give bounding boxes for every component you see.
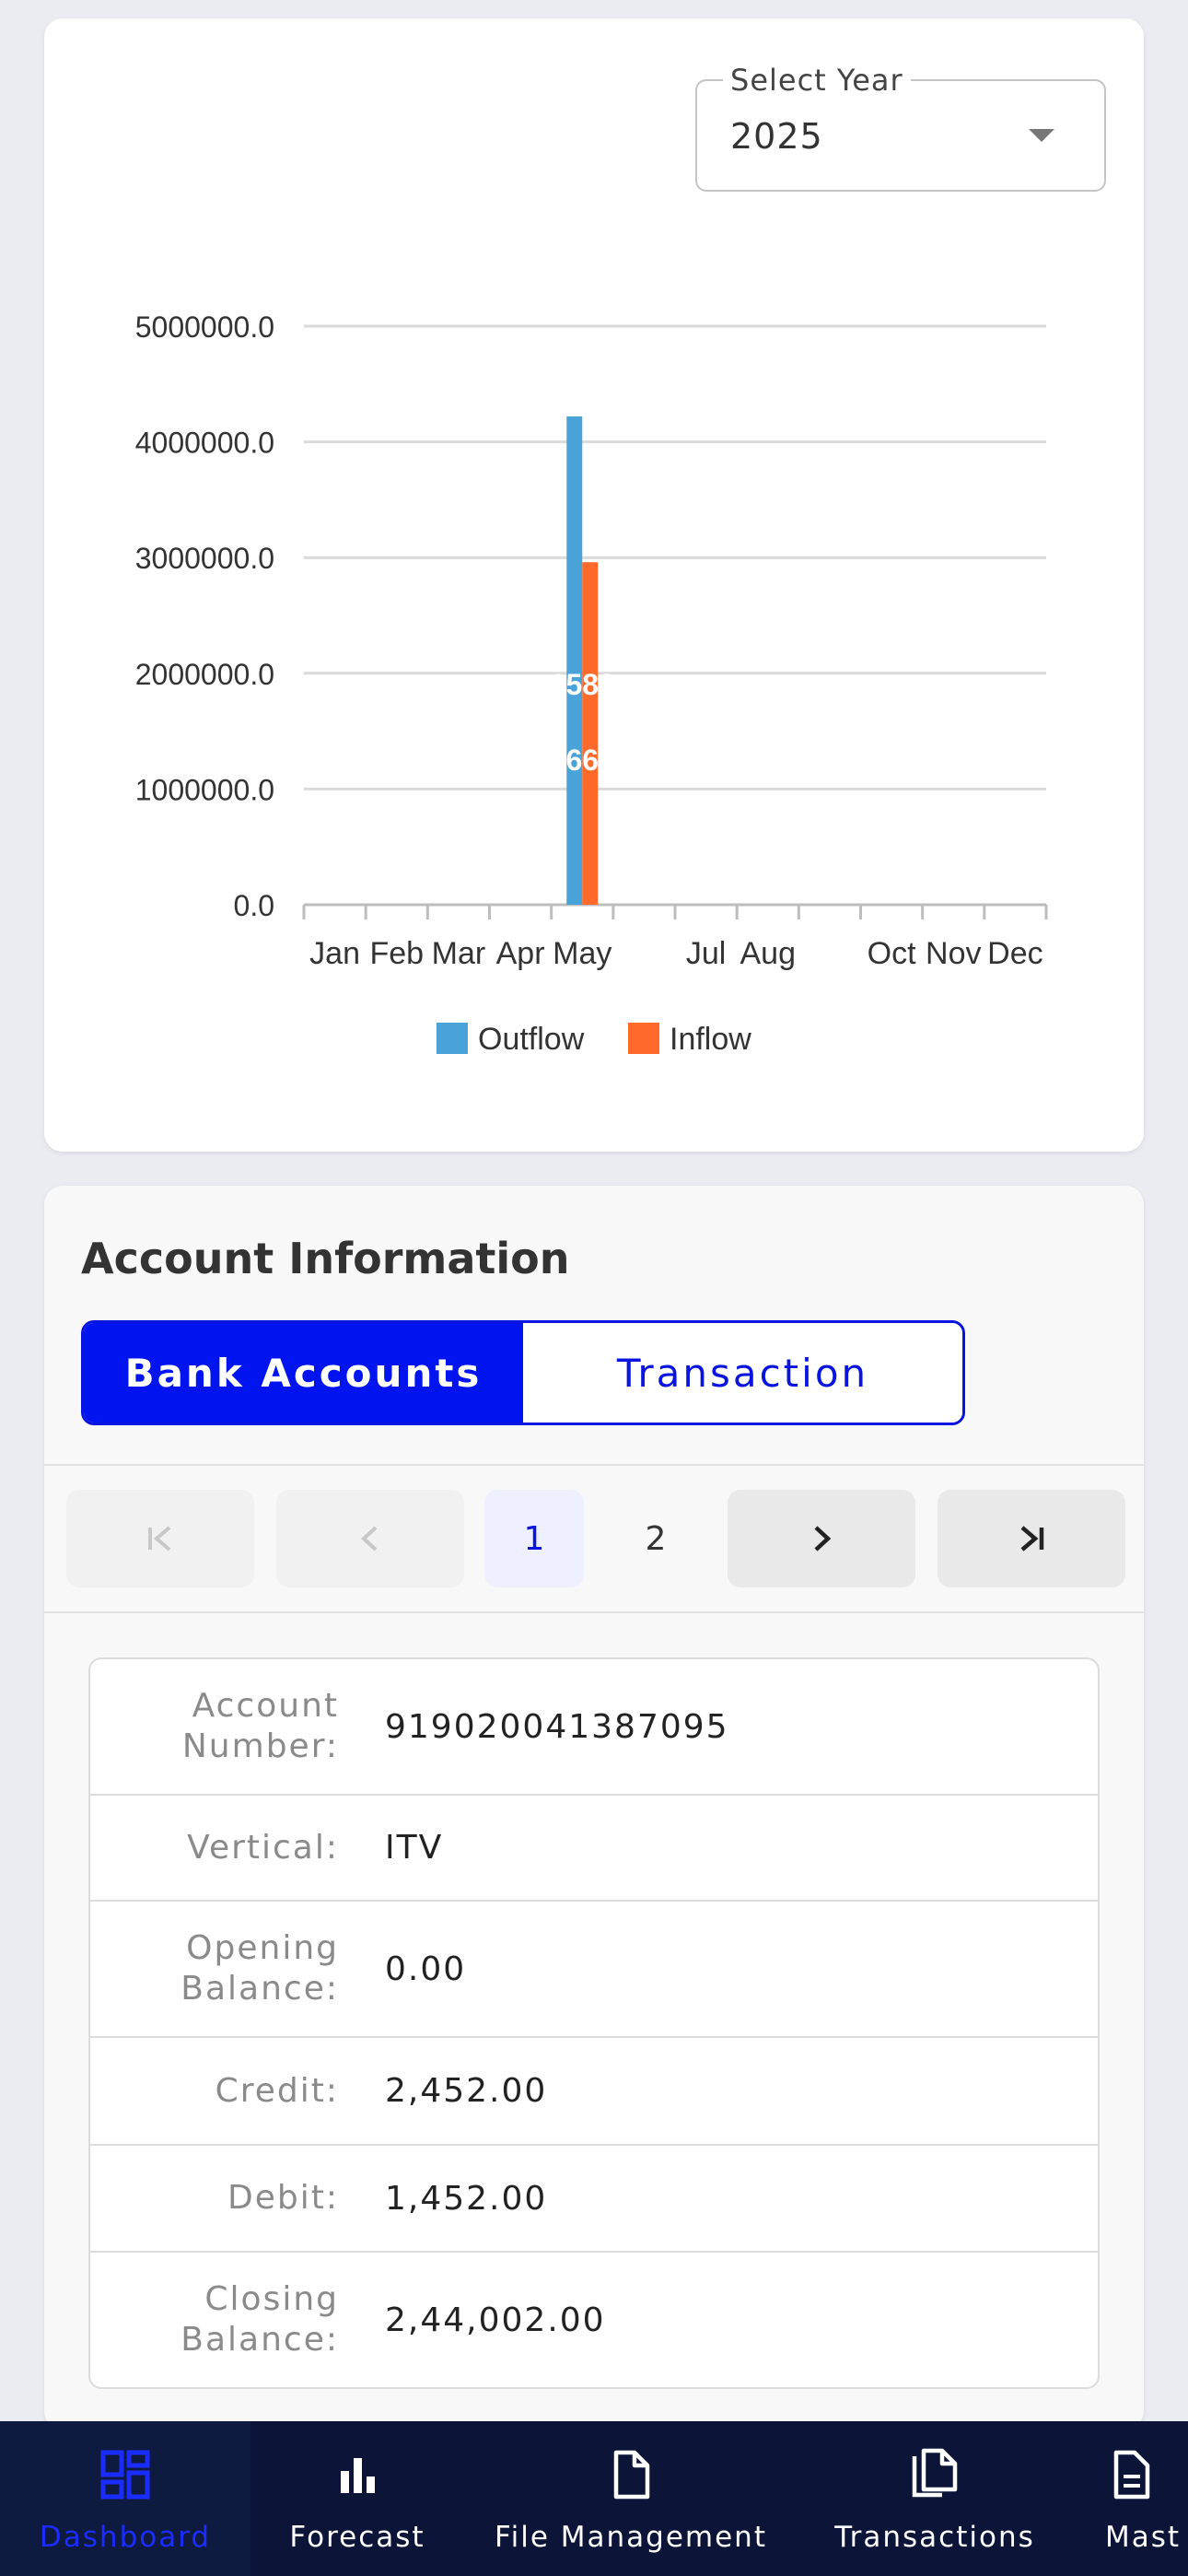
table-row: Account Number: 919020041387095: [90, 1659, 1098, 1796]
x-tick-label: Aug: [740, 936, 797, 971]
x-tick-label: Jan: [309, 936, 360, 971]
account-information-card: Account Information Bank Accounts Transa…: [44, 1186, 1144, 2430]
y-tick-label: 2000000.0: [135, 658, 274, 691]
y-tick-label: 4000000.0: [135, 427, 274, 460]
data-label: …66…: [536, 744, 628, 777]
x-tick-label: Mar: [432, 936, 486, 971]
chevron-left-icon: [361, 1526, 378, 1551]
legend-swatch-outflow: [437, 1023, 468, 1054]
table-row: Credit: 2,452.00: [90, 2038, 1098, 2146]
chart-card: Select Year 2025 0.0 1000000.0 2000000.0 30…: [44, 18, 1144, 1152]
last-page-button[interactable]: [938, 1490, 1125, 1587]
y-tick-label: 0.0: [234, 889, 274, 922]
x-tick-label: May: [553, 936, 611, 971]
opening-balance-label: Opening Balance:: [181, 1929, 339, 2008]
prev-page-button[interactable]: [276, 1490, 464, 1587]
table-row: Vertical: ITV: [90, 1796, 1098, 1902]
cash-flow-chart: 0.0 1000000.0 2000000.0 3000000.0 4000000.0 5…: [135, 310, 1048, 1057]
divider: [44, 1611, 1144, 1613]
legend-swatch-inflow: [628, 1023, 659, 1054]
bar-chart-icon: [332, 2447, 383, 2502]
x-tick-label: Dec: [987, 936, 1042, 971]
legend-label-inflow: Inflow: [670, 1022, 751, 1057]
bar-inflow-may: [582, 562, 599, 905]
account-details-table: Account Number: 919020041387095 Vertical:…: [88, 1657, 1100, 2389]
nav-item-master[interactable]: Mast: [1105, 2421, 1188, 2576]
nav-label-transactions: Transactions: [834, 2521, 1035, 2554]
x-tick-label: Apr: [496, 936, 545, 971]
legend-label-outflow: Outflow: [478, 1022, 585, 1057]
table-row: Debit: 1,452.00: [90, 2146, 1098, 2253]
bottom-navigation: Dashboard Forecast File Management Trans…: [0, 2421, 1188, 2576]
next-page-button[interactable]: [728, 1490, 915, 1587]
page-button-2[interactable]: 2: [606, 1490, 705, 1587]
nav-item-forecast[interactable]: Forecast: [267, 2421, 448, 2576]
credit-label: Credit:: [215, 2071, 339, 2110]
nav-label-forecast: Forecast: [289, 2521, 425, 2554]
nav-item-dashboard[interactable]: Dashboard: [0, 2421, 250, 2576]
dashboard-icon: [99, 2447, 151, 2502]
credit-value: 2,452.00: [385, 2072, 548, 2110]
chevron-right-icon: [814, 1526, 832, 1551]
file-icon: [605, 2447, 657, 2502]
table-row: Opening Balance: 0.00: [90, 1902, 1098, 2038]
nav-label-dashboard: Dashboard: [39, 2521, 212, 2554]
y-tick-label: 1000000.0: [135, 773, 274, 806]
document-icon: [1105, 2447, 1157, 2502]
nav-item-transactions[interactable]: Transactions: [820, 2421, 1050, 2576]
y-tick-label: 3000000.0: [135, 542, 274, 575]
data-label: …1588…: [520, 668, 645, 701]
vertical-label: Vertical:: [187, 1828, 339, 1867]
nav-label-master: Mast: [1105, 2521, 1182, 2554]
first-page-icon: [148, 1526, 171, 1551]
opening-balance-value: 0.00: [385, 1950, 467, 1988]
y-tick-label: 5000000.0: [135, 310, 274, 344]
x-tick-label: Jul: [686, 936, 726, 971]
x-tick-label: Nov: [926, 936, 981, 971]
bar-outflow-may: [566, 416, 583, 905]
nav-label-file-management: File Management: [495, 2521, 767, 2554]
closing-balance-label: Closing Balance:: [181, 2280, 339, 2359]
copy-icon: [907, 2447, 962, 2502]
page-button-1[interactable]: 1: [484, 1490, 584, 1587]
x-tick-label: Oct: [868, 936, 916, 971]
nav-item-file-management[interactable]: File Management: [495, 2421, 767, 2576]
debit-label: Debit:: [227, 2179, 339, 2217]
table-row: Closing Balance: 2,44,002.00: [90, 2253, 1098, 2387]
account-number-value: 919020041387095: [385, 1707, 729, 1746]
debit-value: 1,452.00: [385, 2179, 548, 2218]
account-number-label: Account Number:: [181, 1687, 339, 1765]
first-page-button[interactable]: [66, 1490, 254, 1587]
closing-balance-value: 2,44,002.00: [385, 2301, 606, 2339]
x-tick-label: Feb: [369, 936, 424, 971]
vertical-value: ITV: [385, 1829, 444, 1867]
last-page-icon: [1020, 1526, 1044, 1551]
